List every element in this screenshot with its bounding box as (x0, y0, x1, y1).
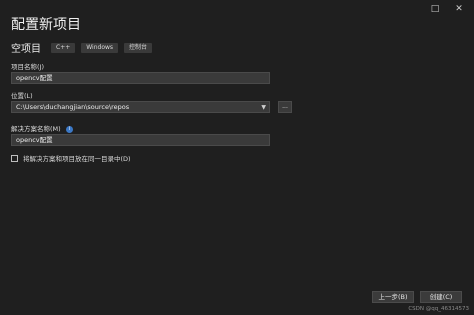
close-icon[interactable]: ✕ (452, 2, 466, 16)
create-button[interactable]: 创建(C) (420, 291, 462, 303)
same-dir-checkbox[interactable] (11, 154, 18, 162)
project-name-input[interactable]: opencv配置 (11, 72, 270, 84)
solution-name-input[interactable]: opencv配置 (11, 134, 270, 146)
tag-language: C++ (51, 42, 76, 53)
page-title: 配置新项目 (11, 17, 81, 33)
template-info: 空项目 C++ Windows 控制台 (11, 40, 153, 55)
maximize-icon[interactable]: □ (428, 2, 442, 16)
solution-name-label-text: 解决方案名称(M) (11, 125, 61, 133)
location-combobox[interactable]: C:\Users\duchangjian\source\repos ▼ (11, 101, 270, 113)
location-label: 位置(L) (11, 92, 33, 100)
back-button[interactable]: 上一步(B) (372, 291, 414, 303)
window-controls: □ ✕ (428, 2, 466, 16)
tag-project-type: 控制台 (124, 42, 153, 53)
chevron-down-icon[interactable]: ▼ (261, 103, 266, 113)
template-name: 空项目 (11, 44, 41, 55)
location-value: C:\Users\duchangjian\source\repos (16, 103, 130, 111)
solution-name-label: 解决方案名称(M) i (11, 123, 73, 133)
info-icon[interactable]: i (65, 125, 73, 133)
same-dir-option[interactable]: 将解决方案和项目放在同一目录中(D) (11, 153, 131, 163)
tag-platform: Windows (81, 42, 119, 53)
same-dir-checkbox-label: 将解决方案和项目放在同一目录中(D) (23, 155, 131, 163)
watermark: CSDN @qq_46314573 (408, 306, 469, 312)
browse-button[interactable]: ... (278, 101, 292, 113)
project-name-label: 项目名称(J) (11, 63, 44, 71)
